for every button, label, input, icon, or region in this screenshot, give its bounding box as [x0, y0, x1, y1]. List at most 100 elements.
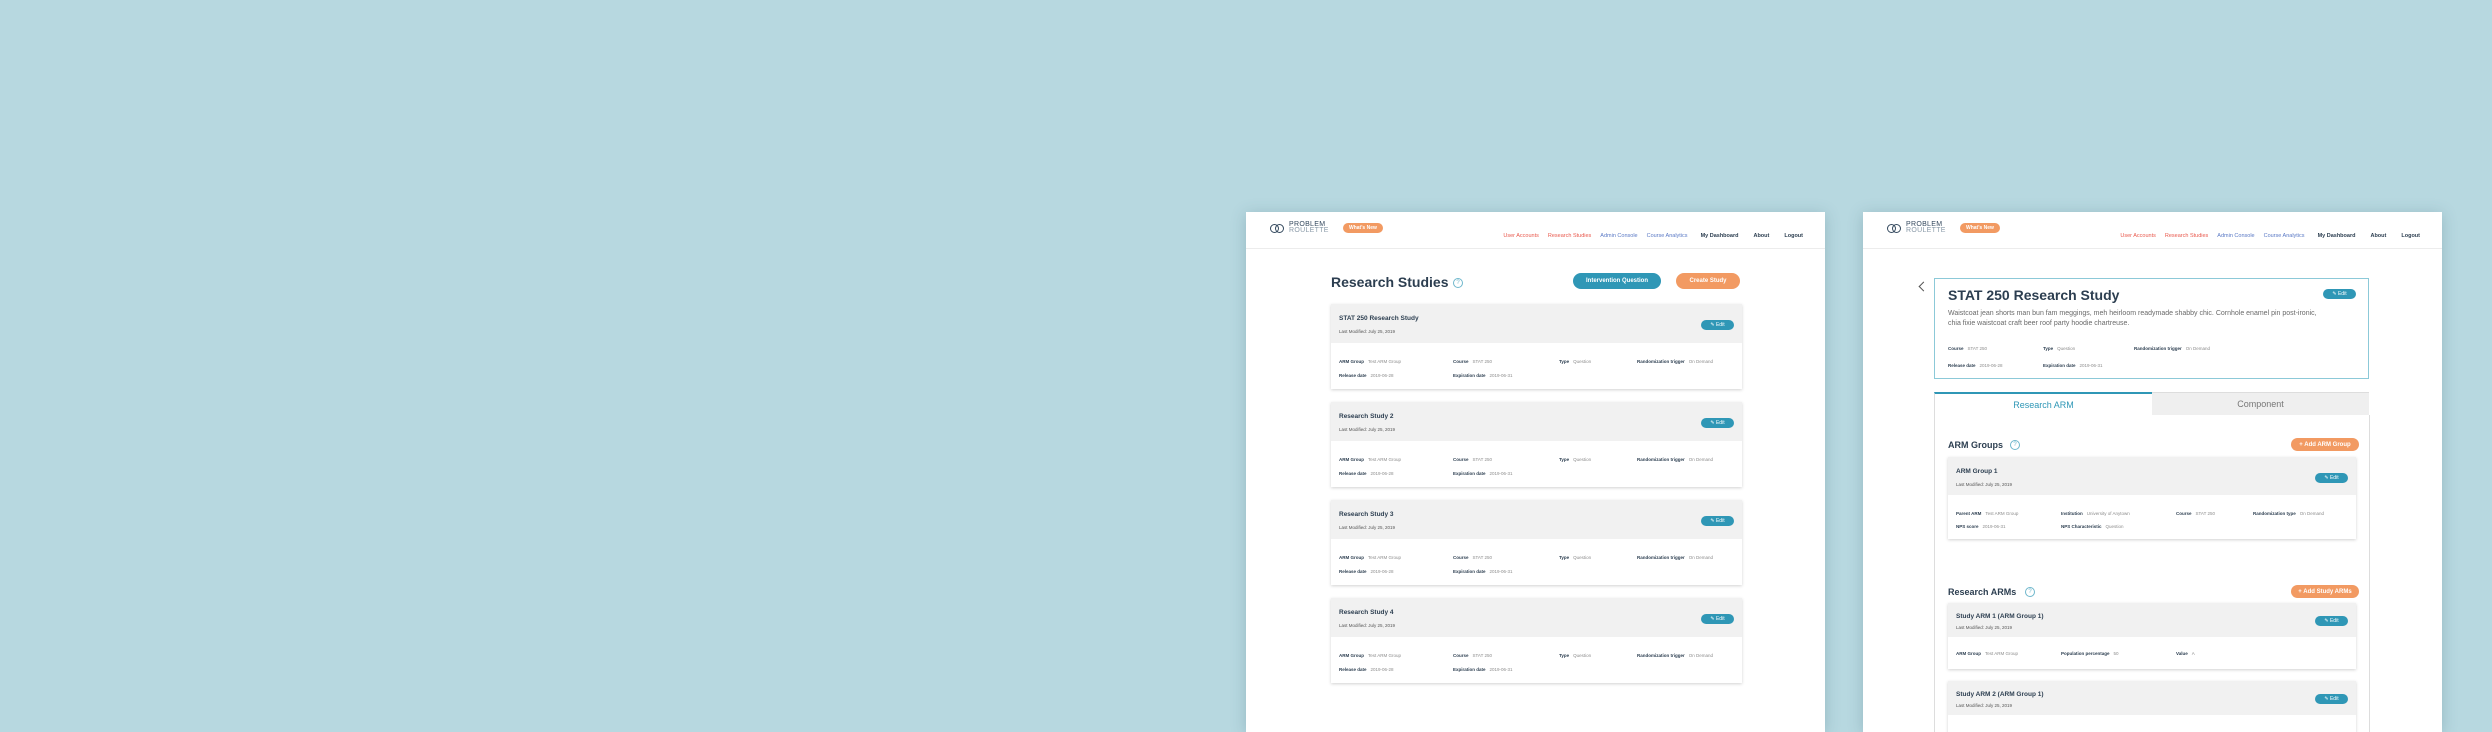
nav-admin-console[interactable]: Admin Console — [2217, 233, 2254, 239]
detail-tabs: Research ARM Component — [1934, 392, 2369, 416]
logo[interactable]: PROBLEM ROULETTE — [1270, 221, 1329, 234]
add-arm-group-button[interactable]: + Add ARM Group — [2291, 438, 2359, 451]
nav-admin-console[interactable]: Admin Console — [1600, 233, 1637, 239]
study-card: Research Study 4 Last Modified: July 25,… — [1331, 598, 1742, 683]
meta-nps-characteristic: NPS Characteristic Question — [2061, 524, 2124, 529]
nav-research-studies[interactable]: Research Studies — [1548, 233, 1591, 239]
meta-arm-group: ARM Group Test ARM Group — [1339, 457, 1402, 462]
study-arm-last-modified: Last Modified: July 25, 2019 — [1956, 625, 2013, 630]
meta-type: Type Question — [1559, 653, 1592, 658]
meta-expiration: Expiration date 2019-06-31 — [1453, 471, 1513, 476]
nav-my-dashboard[interactable]: My Dashboard — [2318, 233, 2356, 239]
tab-component[interactable]: Component — [2152, 392, 2369, 415]
nav-course-analytics[interactable]: Course Analytics — [2264, 233, 2305, 239]
page-title: Research Studies — [1331, 274, 1449, 290]
study-card: Research Study 3 Last Modified: July 25,… — [1331, 500, 1742, 585]
logo-icon — [1270, 224, 1284, 233]
meta-expiration: Expiration date 2019-06-31 — [2043, 363, 2103, 368]
meta-type: Type Question — [1559, 457, 1592, 462]
logo[interactable]: PROBLEM ROULETTE — [1887, 221, 1946, 234]
meta-course: Course STAT 250 — [1453, 457, 1493, 462]
meta-institution: Institution University of Anytown — [2061, 511, 2130, 516]
intervention-question-button[interactable]: Intervention Question — [1573, 273, 1661, 289]
edit-button[interactable]: ✎ Edit — [1701, 614, 1734, 624]
study-last-modified: Last Modified: July 25, 2019 — [1339, 623, 1396, 628]
arm-group-title[interactable]: ARM Group 1 — [1956, 468, 1998, 475]
meta-trigger: Randomization trigger On Demand — [1637, 457, 1714, 462]
nav-my-dashboard[interactable]: My Dashboard — [1701, 233, 1739, 239]
top-navbar: PROBLEM ROULETTE What's New User Account… — [1246, 212, 1825, 249]
study-arm-card: Study ARM 1 (ARM Group 1) Last Modified:… — [1948, 603, 2356, 669]
research-studies-window: PROBLEM ROULETTE What's New User Account… — [1246, 212, 1825, 732]
meta-release: Release date 2019-06-28 — [1339, 471, 1394, 476]
study-arm-title[interactable]: Study ARM 1 (ARM Group 1) — [1956, 613, 2044, 620]
nav-research-studies[interactable]: Research Studies — [2165, 233, 2208, 239]
meta-arm-group: ARM Group Test ARM Group — [1339, 653, 1402, 658]
add-study-arms-button[interactable]: + Add Study ARMs — [2291, 585, 2359, 598]
tab-research-arm[interactable]: Research ARM — [1934, 392, 2152, 416]
edit-button[interactable]: ✎ Edit — [1701, 320, 1734, 330]
create-study-button[interactable]: Create Study — [1676, 273, 1740, 289]
edit-button[interactable]: ✎ Edit — [2315, 694, 2348, 704]
whats-new-badge[interactable]: What's New — [1960, 223, 2000, 233]
top-navbar: PROBLEM ROULETTE What's New User Account… — [1863, 212, 2442, 249]
edit-button[interactable]: ✎ Edit — [2315, 473, 2348, 483]
meta-arm-group: ARM Group Test ARM Group — [1339, 555, 1402, 560]
logo-icon — [1887, 224, 1901, 233]
edit-button[interactable]: ✎ Edit — [1701, 516, 1734, 526]
study-card: STAT 250 Research Study Last Modified: J… — [1331, 304, 1742, 389]
study-last-modified: Last Modified: July 25, 2019 — [1339, 525, 1396, 530]
nav-user-accounts[interactable]: User Accounts — [2120, 233, 2155, 239]
research-arms-title: Research ARMs — [1948, 587, 2017, 597]
edit-button[interactable]: ✎ Edit — [2315, 616, 2348, 626]
nav-about[interactable]: About — [2370, 233, 2386, 239]
study-last-modified: Last Modified: July 25, 2019 — [1339, 329, 1396, 334]
back-arrow-icon[interactable] — [1918, 281, 1929, 292]
study-card: Research Study 2 Last Modified: July 25,… — [1331, 402, 1742, 487]
meta-trigger: Randomization trigger On Demand — [1637, 359, 1714, 364]
study-title[interactable]: Research Study 4 — [1339, 609, 1394, 616]
edit-button[interactable]: ✎ Edit — [1701, 418, 1734, 428]
arm-group-card: ARM Group 1 Last Modified: July 25, 2019… — [1948, 457, 2356, 539]
study-title[interactable]: STAT 250 Research Study — [1339, 315, 1419, 322]
study-title[interactable]: Research Study 2 — [1339, 413, 1394, 420]
nav-links: User Accounts Research Studies Admin Con… — [2111, 233, 2420, 239]
study-description: Waistcoat jean shorts man bun fam meggin… — [1948, 310, 2317, 327]
study-arm-last-modified: Last Modified: July 25, 2019 — [1956, 703, 2013, 708]
nav-about[interactable]: About — [1753, 233, 1769, 239]
arm-groups-title: ARM Groups — [1948, 440, 2003, 450]
nav-links: User Accounts Research Studies Admin Con… — [1494, 233, 1803, 239]
nav-user-accounts[interactable]: User Accounts — [1503, 233, 1538, 239]
meta-course: Course STAT 250 — [1453, 359, 1493, 364]
meta-course: Course STAT 250 — [1948, 346, 1988, 351]
logo-text-line2: ROULETTE — [1289, 227, 1329, 234]
nav-course-analytics[interactable]: Course Analytics — [1647, 233, 1688, 239]
help-icon[interactable]: ? — [2025, 587, 2035, 597]
study-detail-window: PROBLEM ROULETTE What's New User Account… — [1863, 212, 2442, 732]
logo-text-line2: ROULETTE — [1906, 227, 1946, 234]
whats-new-badge[interactable]: What's New — [1343, 223, 1383, 233]
meta-population-percentage: Population percentage 50 — [2061, 651, 2119, 656]
meta-type: Type Question — [1559, 359, 1592, 364]
meta-trigger: Randomization trigger On Demand — [1637, 555, 1714, 560]
meta-release: Release date 2019-06-28 — [1948, 363, 2003, 368]
nav-logout[interactable]: Logout — [1784, 233, 1803, 239]
nav-logout[interactable]: Logout — [2401, 233, 2420, 239]
meta-parent-arm: Parent ARM Test ARM Group — [1956, 511, 2019, 516]
meta-arm-group: ARM Group Test ARM Group — [1956, 651, 2019, 656]
meta-randomization-type: Randomization type On Demand — [2253, 511, 2325, 516]
meta-expiration: Expiration date 2019-06-31 — [1453, 373, 1513, 378]
meta-course: Course STAT 250 — [1453, 555, 1493, 560]
study-arm-title[interactable]: Study ARM 2 (ARM Group 1) — [1956, 691, 2044, 698]
meta-nps-score: NPS score 2019-06-31 — [1956, 524, 2006, 529]
meta-type: Type Question — [1559, 555, 1592, 560]
help-icon[interactable]: ? — [2010, 440, 2020, 450]
meta-release: Release date 2019-06-28 — [1339, 569, 1394, 574]
study-title[interactable]: Research Study 3 — [1339, 511, 1394, 518]
edit-button[interactable]: ✎ Edit — [2323, 289, 2356, 299]
study-arm-card: Study ARM 2 (ARM Group 1) Last Modified:… — [1948, 681, 2356, 732]
arm-group-last-modified: Last Modified: July 25, 2019 — [1956, 482, 2013, 487]
research-arm-panel: ARM Groups ? + Add ARM Group ARM Group 1… — [1934, 415, 2370, 732]
help-icon[interactable]: ? — [1453, 278, 1463, 288]
meta-course: Course STAT 250 — [1453, 653, 1493, 658]
